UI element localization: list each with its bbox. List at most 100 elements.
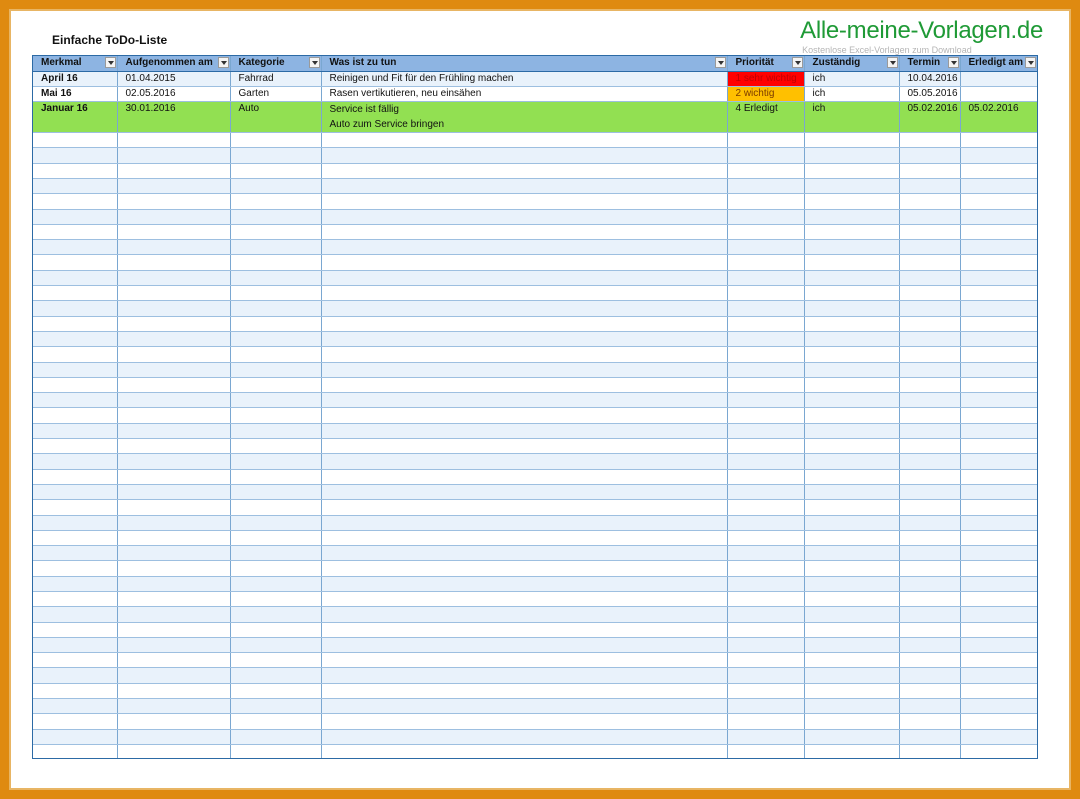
empty-cell[interactable] <box>321 438 728 455</box>
empty-cell[interactable] <box>321 331 728 348</box>
empty-cell[interactable] <box>230 606 322 623</box>
empty-cell[interactable] <box>321 178 728 195</box>
empty-cell[interactable] <box>117 163 231 179</box>
empty-cell[interactable] <box>899 545 961 562</box>
empty-cell[interactable] <box>960 193 1037 210</box>
empty-cell[interactable] <box>960 576 1037 593</box>
empty-cell[interactable] <box>899 438 961 455</box>
empty-cell[interactable] <box>33 713 118 730</box>
empty-cell[interactable] <box>321 362 728 378</box>
empty-cell[interactable] <box>33 560 118 577</box>
empty-cell[interactable] <box>804 300 900 317</box>
empty-cell[interactable] <box>960 209 1037 225</box>
empty-cell[interactable] <box>321 469 728 485</box>
empty-cell[interactable] <box>960 729 1037 745</box>
empty-cell[interactable] <box>321 392 728 409</box>
empty-cell[interactable] <box>117 346 231 363</box>
empty-cell[interactable] <box>727 316 805 332</box>
empty-cell[interactable] <box>804 530 900 547</box>
empty-cell[interactable] <box>321 606 728 623</box>
empty-cell[interactable] <box>230 729 322 745</box>
empty-cell[interactable] <box>33 407 118 424</box>
cell-termin[interactable]: 10.04.2016 <box>899 71 961 87</box>
empty-cell[interactable] <box>33 591 118 608</box>
empty-cell[interactable] <box>804 270 900 287</box>
empty-cell[interactable] <box>117 515 231 531</box>
empty-cell[interactable] <box>899 209 961 225</box>
empty-cell[interactable] <box>899 254 961 271</box>
empty-cell[interactable] <box>230 239 322 256</box>
empty-cell[interactable] <box>899 713 961 730</box>
empty-cell[interactable] <box>321 270 728 287</box>
empty-cell[interactable] <box>960 438 1037 455</box>
empty-cell[interactable] <box>321 224 728 241</box>
empty-cell[interactable] <box>960 285 1037 302</box>
empty-cell[interactable] <box>804 683 900 700</box>
empty-cell[interactable] <box>960 591 1037 608</box>
empty-cell[interactable] <box>960 331 1037 348</box>
empty-cell[interactable] <box>727 346 805 363</box>
empty-cell[interactable] <box>230 362 322 378</box>
empty-cell[interactable] <box>960 423 1037 440</box>
empty-cell[interactable] <box>33 147 118 164</box>
empty-cell[interactable] <box>899 729 961 745</box>
empty-cell[interactable] <box>230 438 322 455</box>
empty-cell[interactable] <box>960 713 1037 730</box>
empty-cell[interactable] <box>899 316 961 332</box>
empty-cell[interactable] <box>960 530 1037 547</box>
empty-cell[interactable] <box>727 224 805 241</box>
cell-kategorie[interactable]: Auto <box>230 101 322 134</box>
empty-cell[interactable] <box>230 346 322 363</box>
empty-cell[interactable] <box>727 193 805 210</box>
empty-cell[interactable] <box>117 331 231 348</box>
empty-cell[interactable] <box>230 667 322 684</box>
empty-cell[interactable] <box>899 163 961 179</box>
empty-cell[interactable] <box>727 484 805 501</box>
empty-cell[interactable] <box>899 683 961 700</box>
empty-cell[interactable] <box>33 377 118 394</box>
empty-cell[interactable] <box>321 576 728 593</box>
empty-cell[interactable] <box>804 285 900 302</box>
empty-cell[interactable] <box>727 331 805 348</box>
empty-cell[interactable] <box>117 683 231 700</box>
empty-cell[interactable] <box>899 147 961 164</box>
empty-cell[interactable] <box>899 193 961 210</box>
empty-cell[interactable] <box>899 515 961 531</box>
empty-cell[interactable] <box>960 316 1037 332</box>
empty-cell[interactable] <box>321 667 728 684</box>
empty-cell[interactable] <box>804 469 900 485</box>
empty-cell[interactable] <box>899 392 961 409</box>
empty-cell[interactable] <box>117 469 231 485</box>
empty-cell[interactable] <box>804 667 900 684</box>
empty-cell[interactable] <box>960 499 1037 516</box>
chevron-down-icon[interactable] <box>217 57 229 68</box>
empty-cell[interactable] <box>960 453 1037 470</box>
cell-prioritaet[interactable]: 2 wichtig <box>727 86 805 103</box>
empty-cell[interactable] <box>117 637 231 654</box>
empty-cell[interactable] <box>117 285 231 302</box>
empty-cell[interactable] <box>321 622 728 638</box>
empty-cell[interactable] <box>117 698 231 715</box>
empty-cell[interactable] <box>117 622 231 638</box>
empty-cell[interactable] <box>899 698 961 715</box>
empty-cell[interactable] <box>804 423 900 440</box>
empty-cell[interactable] <box>727 530 805 547</box>
empty-cell[interactable] <box>804 560 900 577</box>
empty-cell[interactable] <box>117 438 231 455</box>
empty-cell[interactable] <box>899 652 961 669</box>
empty-cell[interactable] <box>117 193 231 210</box>
empty-cell[interactable] <box>899 606 961 623</box>
empty-cell[interactable] <box>899 453 961 470</box>
empty-cell[interactable] <box>804 193 900 210</box>
empty-cell[interactable] <box>960 407 1037 424</box>
chevron-down-icon[interactable] <box>947 57 959 68</box>
empty-cell[interactable] <box>230 392 322 409</box>
empty-cell[interactable] <box>960 484 1037 501</box>
empty-cell[interactable] <box>117 178 231 195</box>
empty-cell[interactable] <box>899 667 961 684</box>
empty-cell[interactable] <box>727 377 805 394</box>
empty-cell[interactable] <box>230 576 322 593</box>
empty-cell[interactable] <box>117 407 231 424</box>
empty-cell[interactable] <box>230 698 322 715</box>
empty-cell[interactable] <box>117 392 231 409</box>
